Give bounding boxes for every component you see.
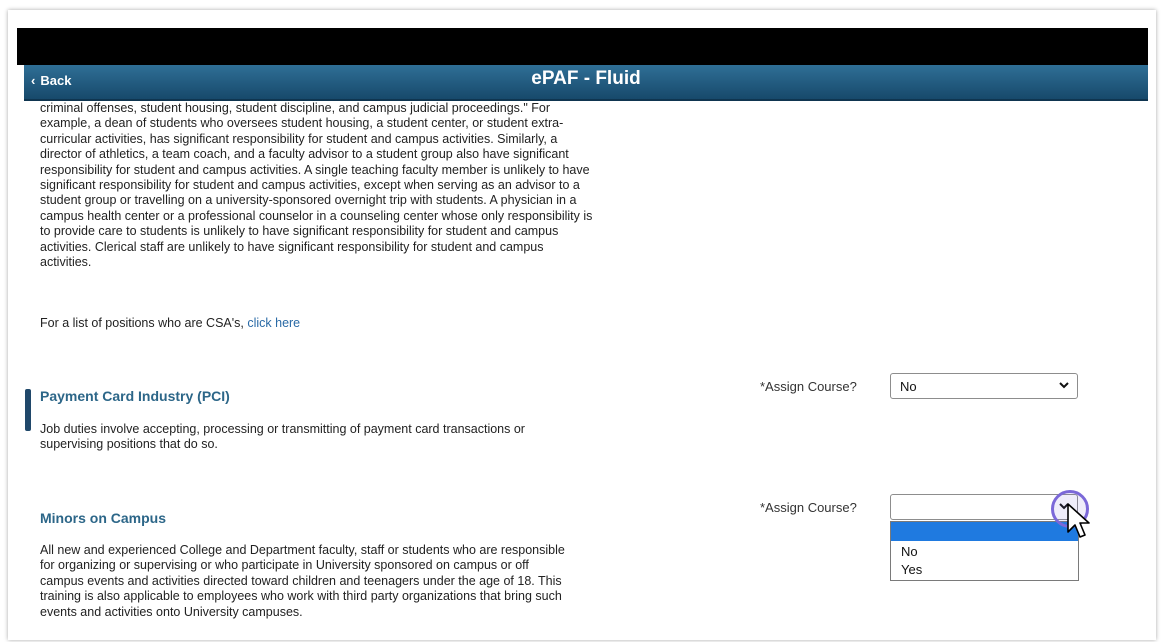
description-line: for organizing or supervising or who par… — [40, 558, 529, 573]
section-marker — [25, 389, 31, 431]
paragraph-line: student group or travelling on a univers… — [40, 193, 577, 208]
pci-assign-select[interactable]: No — [890, 373, 1078, 399]
top-bar — [17, 28, 1148, 65]
paragraph-line: criminal offenses, student housing, stud… — [40, 101, 551, 115]
dropdown-option-yes[interactable]: Yes — [901, 562, 922, 577]
paragraph-line: activities. Clerical staff are unlikely … — [40, 239, 544, 254]
mouse-pointer-icon — [1067, 503, 1090, 538]
csa-paragraph: criminal offenses, student housing, stud… — [40, 101, 680, 270]
description-line: events and activities onto University ca… — [40, 604, 303, 619]
paragraph-line: example, a dean of students who oversees… — [40, 116, 564, 131]
description-line: Job duties involve accepting, processing… — [40, 422, 525, 436]
description-line: campus events and activities directed to… — [40, 573, 562, 588]
minors-description: All new and experienced College and Depa… — [40, 543, 680, 620]
paragraph-line: campus health center or a professional c… — [40, 208, 593, 223]
paragraph-line: significant responsibility for student a… — [40, 178, 580, 193]
page-title: ePAF - Fluid — [531, 68, 641, 89]
paragraph-line: curricular activities, has significant r… — [40, 131, 558, 146]
dropdown-option-no[interactable]: No — [901, 544, 918, 559]
pci-heading: Payment Card Industry (PCI) — [40, 388, 230, 404]
chevron-down-icon — [1059, 382, 1069, 389]
header-bar: ‹ Back ePAF - Fluid — [24, 65, 1148, 101]
minors-assign-label: *Assign Course? — [760, 500, 857, 515]
minors-assign-select[interactable] — [890, 494, 1078, 520]
description-line: training is also applicable to employees… — [40, 589, 562, 604]
paragraph-line: to provide care to students is unlikely … — [40, 224, 559, 239]
csa-list-line: For a list of positions who are CSA's, c… — [40, 316, 300, 330]
pci-assign-label: *Assign Course? — [760, 379, 857, 394]
description-line: All new and experienced College and Depa… — [40, 543, 565, 557]
pci-description: Job duties involve accepting, processing… — [40, 422, 680, 453]
click-here-link[interactable]: click here — [247, 316, 300, 330]
description-line: supervising positions that do so. — [40, 437, 218, 452]
minors-heading: Minors on Campus — [40, 510, 167, 526]
paragraph-line: responsibility for student and campus ac… — [40, 162, 590, 177]
csa-list-text: For a list of positions who are CSA's, — [40, 316, 244, 330]
dropdown-option-blank[interactable] — [891, 522, 1078, 541]
paragraph-line: activities. — [40, 255, 92, 270]
paragraph-line: director of athletics, a team coach, and… — [40, 147, 569, 162]
minors-assign-dropdown[interactable]: No Yes — [890, 521, 1079, 581]
pci-assign-value: No — [900, 379, 917, 394]
